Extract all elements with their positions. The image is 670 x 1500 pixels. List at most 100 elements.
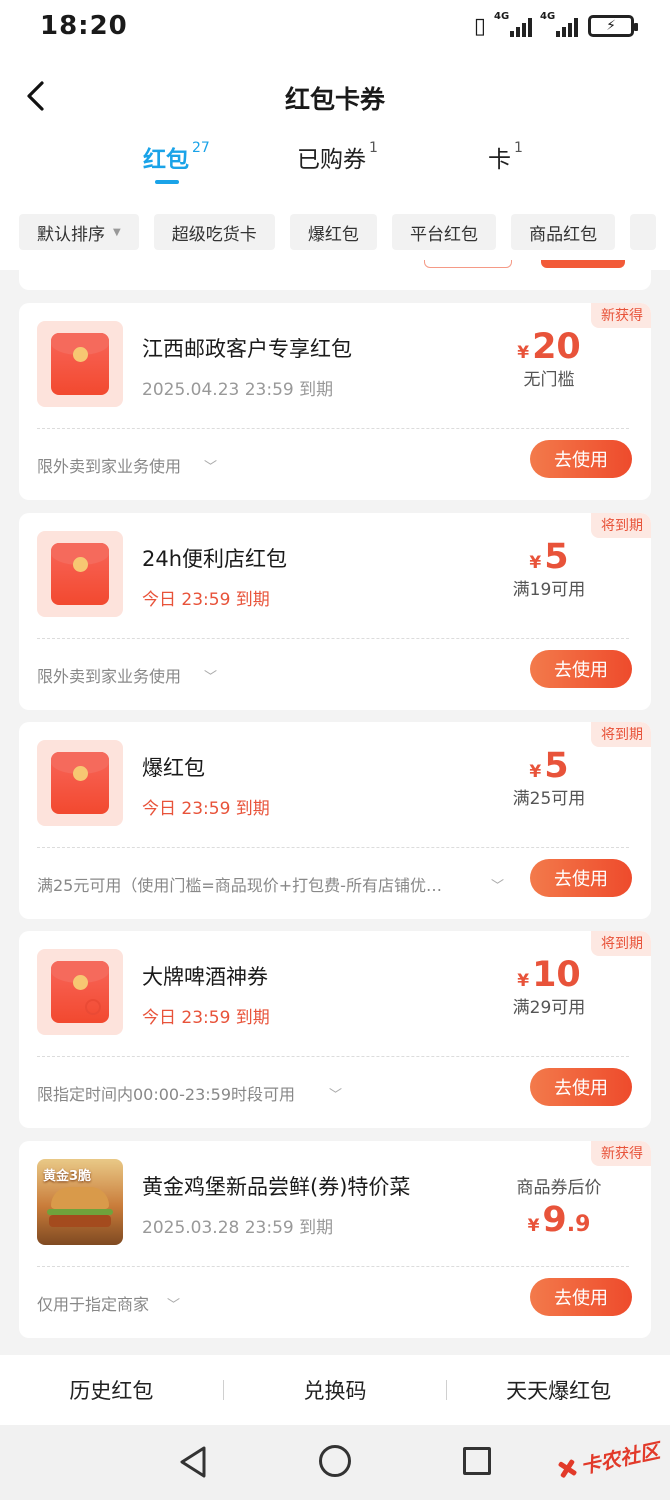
coupon-expiry: 今日 23:59 到期: [142, 799, 270, 819]
nav-home-icon[interactable]: [319, 1445, 351, 1477]
coupon-condition: 无门槛: [523, 370, 575, 390]
chip-label: 超级吃货卡: [171, 224, 257, 245]
status-badge: 将到期: [591, 931, 651, 956]
coupon-thumbnail: [37, 949, 123, 1035]
nav-recents-icon[interactable]: [463, 1447, 491, 1475]
price-prefix: 商品券后价: [516, 1178, 602, 1198]
daily-hongbao-link[interactable]: 天天爆红包: [447, 1375, 670, 1405]
red-envelope-icon: [51, 543, 109, 605]
nav-back-icon[interactable]: [178, 1445, 208, 1479]
coupon-rule[interactable]: 限外卖到家业务使用: [37, 453, 497, 477]
filter-super-foodie-card[interactable]: 超级吃货卡: [153, 214, 275, 250]
redeem-code-link[interactable]: 兑换码: [224, 1375, 447, 1405]
page-title: 红包卡券: [284, 85, 385, 114]
coupon-name: 24h便利店红包: [142, 547, 288, 571]
tab-label: 卡: [488, 147, 511, 173]
coupon-name: 爆红包: [142, 756, 205, 780]
chip-label: 默认排序: [37, 224, 105, 245]
filter-bao-hongbao[interactable]: 爆红包: [289, 214, 377, 250]
coupon-card: 将到期 24h便利店红包 今日 23:59 到期 ¥5 满19可用 限外卖到家业…: [19, 513, 651, 710]
status-badge: 新获得: [591, 303, 651, 328]
coupon-rule[interactable]: 满25元可用（使用门槛=商品现价+打包费-所有店铺优…: [37, 872, 477, 896]
watermark-logo: 卡农社区: [554, 1435, 662, 1485]
currency-symbol: ¥: [529, 553, 542, 573]
use-button[interactable]: 去使用: [530, 650, 632, 688]
history-hongbao-link[interactable]: 历史红包: [0, 1375, 223, 1405]
coupon-expiry: 今日 23:59 到期: [142, 590, 270, 610]
chevron-down-icon[interactable]: ﹀: [491, 875, 504, 894]
filter-product-hongbao[interactable]: 商品红包: [511, 214, 616, 250]
signal-icon: 4G: [494, 11, 532, 37]
status-bar: 18:20 ▯ 4G 4G ⚡: [0, 0, 670, 52]
filter-more[interactable]: [630, 214, 656, 250]
coupon-amount: ¥20: [489, 327, 609, 367]
coupon-name: 大牌啤酒神券: [142, 965, 268, 989]
red-envelope-icon: [51, 333, 109, 395]
dashed-divider: [37, 847, 629, 848]
chevron-down-icon[interactable]: ﹀: [204, 666, 217, 685]
tab-cards[interactable]: 卡1: [488, 140, 523, 174]
tab-label: 红包: [143, 147, 189, 173]
partial-button[interactable]: [541, 260, 625, 268]
dashed-divider: [37, 428, 629, 429]
use-button[interactable]: 去使用: [530, 859, 632, 897]
chip-label: 平台红包: [409, 224, 478, 245]
coupon-card: 新获得 江西邮政客户专享红包 2025.04.23 23:59 到期 ¥20 无…: [19, 303, 651, 500]
coupon-condition: 满29可用: [512, 998, 586, 1018]
coupon-name: 黄金鸡堡新品尝鲜(券)特价菜: [142, 1175, 411, 1199]
filter-platform-hongbao[interactable]: 平台红包: [391, 214, 496, 250]
chevron-down-icon[interactable]: ﹀: [167, 1294, 180, 1313]
coupon-condition: 满25可用: [512, 789, 586, 809]
bottom-action-bar: 历史红包 兑换码 天天爆红包: [0, 1355, 670, 1425]
amount-decimal: .9: [566, 1212, 591, 1237]
tab-label: 已购券: [297, 147, 366, 173]
use-button[interactable]: 去使用: [530, 1278, 632, 1316]
filter-sort[interactable]: 默认排序 ▼: [19, 214, 139, 250]
use-button[interactable]: 去使用: [530, 1068, 632, 1106]
coupon-card: 将到期 大牌啤酒神券 今日 23:59 到期 ¥10 满29可用 限指定时间内0…: [19, 931, 651, 1128]
vibrate-icon: ▯: [473, 13, 486, 39]
chevron-down-icon[interactable]: ﹀: [329, 1084, 342, 1103]
chip-label: 爆红包: [307, 224, 359, 245]
dashed-divider: [37, 638, 629, 639]
header: 红包卡券 红包 27 已购券 1 卡1: [0, 52, 670, 200]
burger-product-image: 黄金3脆: [37, 1159, 123, 1245]
currency-symbol: ¥: [517, 343, 530, 363]
coupon-price: 商品券后价 ¥9.9: [489, 1173, 629, 1240]
coupon-name: 江西邮政客户专享红包: [142, 337, 352, 361]
status-badge: 将到期: [591, 722, 651, 747]
coupon-price: ¥5 满19可用: [489, 537, 609, 600]
coupon-expiry: 2025.04.23 23:59 到期: [142, 380, 334, 400]
red-envelope-icon: [51, 752, 109, 814]
coupon-rule[interactable]: 限指定时间内00:00-23:59时段可用: [37, 1081, 497, 1105]
coupon-rule[interactable]: 仅用于指定商家: [37, 1291, 497, 1315]
coupon-card: 新获得 黄金3脆 黄金鸡堡新品尝鲜(券)特价菜 2025.03.28 23:59…: [19, 1141, 651, 1338]
caret-down-icon: ▼: [113, 226, 121, 238]
currency-symbol: ¥: [529, 762, 542, 782]
coupon-rule[interactable]: 限外卖到家业务使用: [37, 663, 497, 687]
tab-count: 1: [369, 140, 378, 156]
system-nav-bar: 卡农社区: [0, 1425, 670, 1500]
tab-hongbao[interactable]: 红包 27: [143, 140, 210, 174]
amount-value: 10: [532, 955, 581, 995]
chip-label: 商品红包: [529, 224, 598, 245]
amount-value: 20: [532, 327, 581, 367]
chevron-down-icon[interactable]: ﹀: [204, 456, 217, 475]
red-envelope-icon: [51, 961, 109, 1023]
tab-purchased-coupons[interactable]: 已购券 1: [297, 140, 378, 174]
coupon-thumbnail: [37, 740, 123, 826]
coupon-thumbnail: 黄金3脆: [37, 1159, 123, 1245]
coupon-amount: ¥10: [489, 955, 609, 995]
status-icons: ▯ 4G 4G ⚡: [473, 11, 638, 39]
tab-count: 27: [192, 140, 210, 156]
active-tab-indicator: [155, 180, 179, 184]
coupon-expiry: 今日 23:59 到期: [142, 1008, 270, 1028]
coupon-thumbnail: [37, 321, 123, 407]
partial-button[interactable]: [424, 260, 512, 268]
use-button[interactable]: 去使用: [530, 440, 632, 478]
dashed-divider: [37, 1056, 629, 1057]
status-time: 18:20: [40, 11, 128, 41]
dashed-divider: [37, 1266, 629, 1267]
status-badge: 将到期: [591, 513, 651, 538]
coupon-amount: ¥5: [489, 746, 609, 786]
